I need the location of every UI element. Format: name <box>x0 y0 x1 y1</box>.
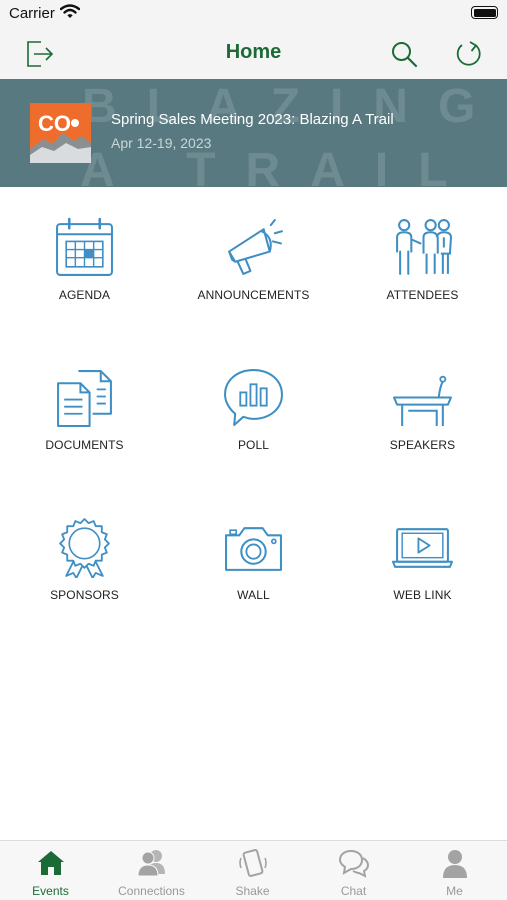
poll-label: POLL <box>237 438 270 452</box>
event-logo: CO <box>30 103 91 163</box>
web-link-tile[interactable]: WEB LINK <box>338 487 507 607</box>
refresh-button[interactable] <box>451 36 487 72</box>
people-icon <box>396 219 452 275</box>
rosette-icon <box>59 518 110 578</box>
wall-tile[interactable]: WALL <box>169 487 338 607</box>
page-title: Home <box>225 41 282 63</box>
tab-me[interactable]: Me <box>404 841 505 900</box>
speakers-tile[interactable]: SPEAKERS <box>338 337 507 457</box>
battery-icon <box>471 6 498 19</box>
carrier-label: Carrier <box>9 5 55 22</box>
camera-icon <box>225 527 282 571</box>
documents-tile[interactable]: DOCUMENTS <box>0 337 169 457</box>
speakers-label: SPEAKERS <box>389 438 456 452</box>
event-banner[interactable]: BLAZING A TRAIL CO Spring Sales Meeting … <box>0 79 507 187</box>
web-link-label: WEB LINK <box>393 588 452 602</box>
house-icon <box>38 851 64 875</box>
attendees-tile[interactable]: ATTENDEES <box>338 187 507 307</box>
megaphone-icon <box>228 219 283 275</box>
person-icon <box>443 850 467 878</box>
video-laptop-icon <box>392 528 453 568</box>
wall-label: WALL <box>237 588 270 602</box>
wifi-icon <box>59 4 81 24</box>
podium-icon <box>393 375 452 426</box>
svg-text:CO: CO <box>38 111 71 136</box>
navigation-bar: Home <box>0 30 507 79</box>
status-bar: Carrier <box>0 0 507 30</box>
tab-me-label: Me <box>446 884 463 898</box>
shake-phone-icon <box>239 849 267 877</box>
event-title: Spring Sales Meeting 2023: Blazing A Tra… <box>111 111 394 128</box>
documents-label: DOCUMENTS <box>45 438 124 452</box>
documents-icon <box>57 370 112 427</box>
tab-events[interactable]: Events <box>0 841 101 900</box>
tab-connections-label: Connections <box>118 884 185 898</box>
poll-tile[interactable]: POLL <box>169 337 338 457</box>
tab-shake-label: Shake <box>235 884 270 898</box>
agenda-tile[interactable]: AGENDA <box>0 187 169 307</box>
tab-shake[interactable]: Shake <box>202 841 303 900</box>
tab-chat-label: Chat <box>340 884 367 898</box>
sponsors-tile[interactable]: SPONSORS <box>0 487 169 607</box>
sponsors-label: SPONSORS <box>50 588 119 602</box>
calendar-icon <box>56 217 113 276</box>
search-button[interactable] <box>386 36 422 72</box>
tab-connections[interactable]: Connections <box>101 841 202 900</box>
event-dates: Apr 12-19, 2023 <box>111 135 212 151</box>
refresh-icon <box>456 41 481 66</box>
chat-bubbles-icon <box>339 849 369 878</box>
attendees-label: ATTENDEES <box>386 288 459 302</box>
announcements-label: ANNOUNCEMENTS <box>197 288 310 302</box>
poll-icon <box>224 369 283 426</box>
tab-bar: Events Connections Shake Chat Me <box>0 840 507 900</box>
tab-events-label: Events <box>32 884 69 898</box>
connections-icon <box>137 850 165 877</box>
search-icon <box>392 42 418 68</box>
tab-chat[interactable]: Chat <box>303 841 404 900</box>
agenda-label: AGENDA <box>58 288 111 302</box>
announcements-tile[interactable]: ANNOUNCEMENTS <box>169 187 338 307</box>
